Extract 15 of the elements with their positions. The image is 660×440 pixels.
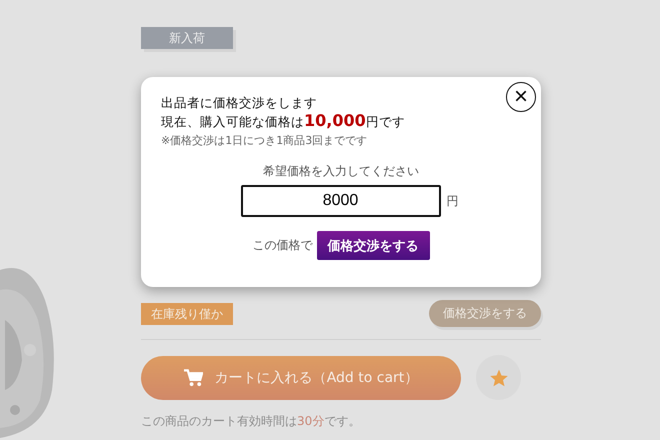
price-prompt: 希望価格を入力してください bbox=[262, 163, 420, 180]
dialog-note: ※価格交渉は1日につき1商品3回までです bbox=[161, 133, 368, 148]
price-input[interactable]: 8000 bbox=[240, 185, 440, 217]
new-arrival-badge: 新入荷 bbox=[141, 27, 233, 49]
submit-negotiation-button[interactable]: 価格交渉をする bbox=[316, 231, 430, 260]
dialog-text: 現在、購入可能な価格は10,000円です bbox=[161, 112, 406, 131]
dialog-text: 出品者に価格交渉をします bbox=[161, 94, 318, 112]
favorite-button[interactable] bbox=[476, 355, 521, 400]
cart-icon bbox=[184, 368, 203, 386]
submit-prefix: この価格で bbox=[252, 237, 312, 254]
cart-time-note: この商品のカート有効時間は30分です。 bbox=[141, 413, 362, 430]
low-stock-badge: 在庫残り僅か bbox=[141, 302, 233, 324]
close-button[interactable]: × bbox=[506, 82, 536, 112]
yen-unit: 円 bbox=[446, 192, 458, 210]
star-icon bbox=[488, 368, 508, 388]
